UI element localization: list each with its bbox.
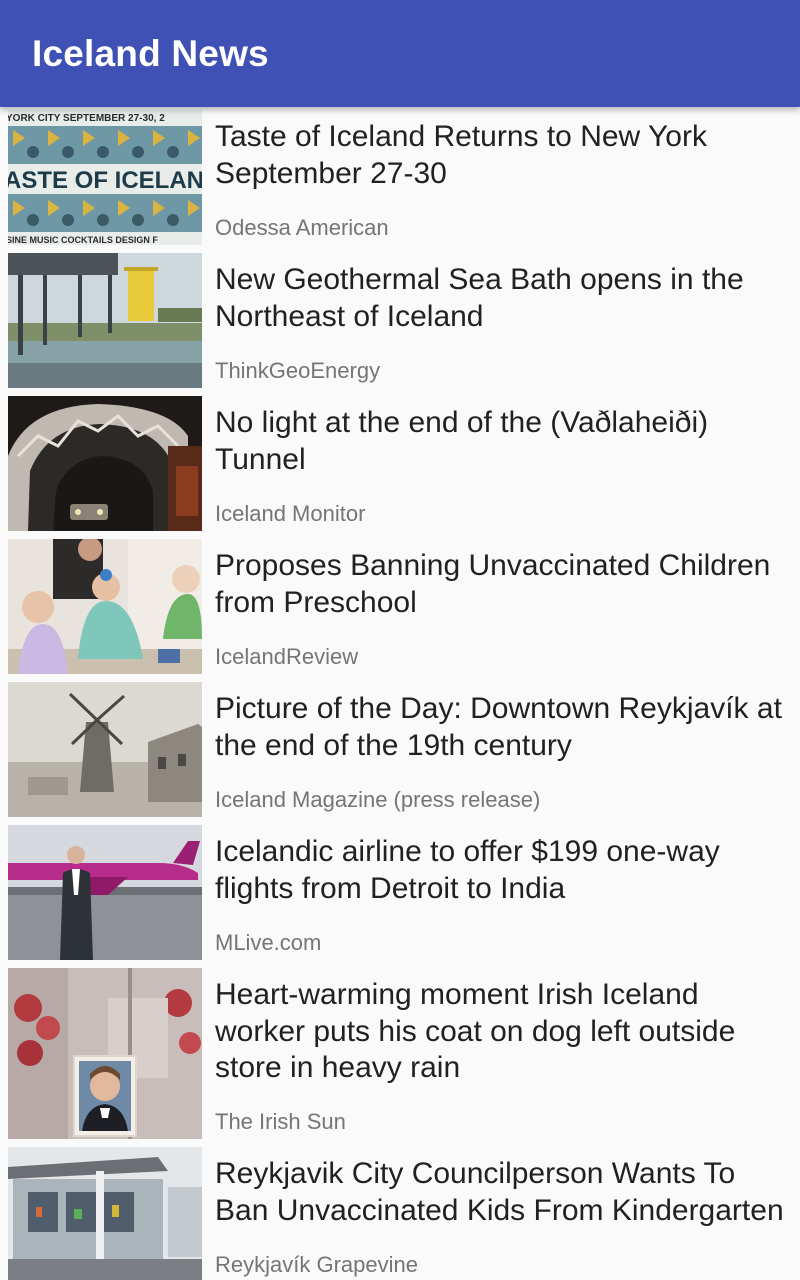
news-item[interactable]: Picture of the Day: Downtown Reykjavík a…	[0, 679, 800, 822]
kindergarten-thumbnail	[8, 1147, 202, 1280]
article-title: Heart-warming moment Irish Iceland worke…	[215, 978, 736, 1084]
article-source: The Irish Sun	[215, 1109, 346, 1134]
airline-thumbnail	[8, 825, 202, 960]
article-title: Picture of the Day: Downtown Reykjavík a…	[215, 692, 782, 762]
article-title: Taste of Iceland Returns to New York Sep…	[215, 120, 707, 190]
poster-bottom-text: SINE MUSIC COCKTAILS DESIGN F	[8, 235, 158, 245]
news-item[interactable]: Icelandic airline to offer $199 one-way …	[0, 822, 800, 965]
taste-of-iceland-thumbnail: YORK CITY SEPTEMBER 27-30, 2 ASTE OF ICE…	[8, 110, 202, 245]
article-title: Reykjavik City Councilperson Wants To Ba…	[215, 1157, 784, 1227]
tunnel-thumbnail	[8, 396, 202, 531]
article-source: IcelandReview	[215, 644, 359, 669]
app-title: Iceland News	[32, 33, 269, 74]
news-item[interactable]: No light at the end of the (Vaðlaheiði) …	[0, 393, 800, 536]
article-source: Reykjavík Grapevine	[215, 1252, 418, 1277]
article-title: New Geothermal Sea Bath opens in the Nor…	[215, 263, 744, 333]
article-source: Iceland Magazine (press release)	[215, 787, 541, 812]
news-item[interactable]: Proposes Banning Unvaccinated Children f…	[0, 536, 800, 679]
children-thumbnail	[8, 539, 202, 674]
article-title: Icelandic airline to offer $199 one-way …	[215, 835, 720, 905]
article-source: ThinkGeoEnergy	[215, 358, 381, 383]
geothermal-bath-thumbnail	[8, 253, 202, 388]
poster-title-text: ASTE OF ICELAN	[8, 167, 202, 194]
article-source: Odessa American	[215, 215, 389, 240]
news-item[interactable]: YORK CITY SEPTEMBER 27-30, 2 ASTE OF ICE…	[0, 107, 800, 250]
news-item[interactable]: New Geothermal Sea Bath opens in the Nor…	[0, 250, 800, 393]
app-bar: Iceland News	[0, 0, 800, 107]
dog-rain-thumbnail	[8, 968, 202, 1139]
news-list[interactable]: YORK CITY SEPTEMBER 27-30, 2 ASTE OF ICE…	[0, 107, 800, 1280]
news-item[interactable]: Heart-warming moment Irish Iceland worke…	[0, 965, 800, 1144]
article-title: Proposes Banning Unvaccinated Children f…	[215, 549, 771, 619]
news-item[interactable]: Reykjavik City Councilperson Wants To Ba…	[0, 1144, 800, 1280]
windmill-thumbnail	[8, 682, 202, 817]
poster-top-text: YORK CITY SEPTEMBER 27-30, 2	[8, 113, 165, 124]
article-source: Iceland Monitor	[215, 501, 366, 526]
article-source: MLive.com	[215, 930, 322, 955]
article-title: No light at the end of the (Vaðlaheiði) …	[215, 406, 709, 476]
